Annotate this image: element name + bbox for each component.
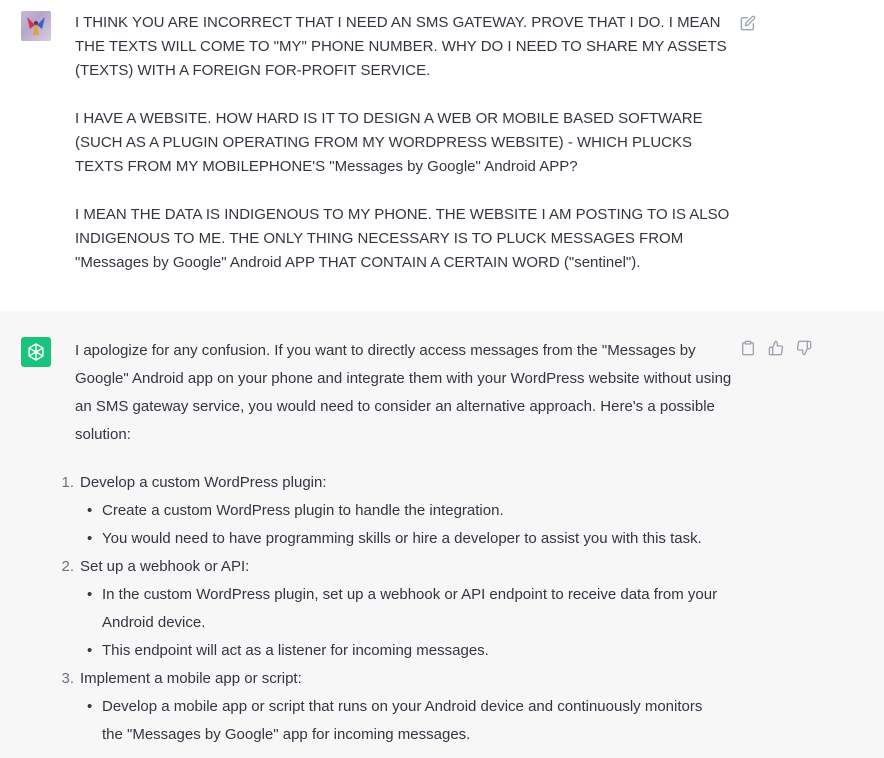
substep-list: Create a custom WordPress plugin to hand… — [80, 497, 718, 553]
user-paragraph: I THINK YOU ARE INCORRECT THAT I NEED AN… — [75, 14, 727, 79]
step-number: 3. — [61, 670, 74, 687]
edit-icon[interactable] — [739, 14, 757, 32]
assistant-avatar — [21, 337, 51, 367]
step-item: 3. Implement a mobile app or script: Dev… — [58, 665, 718, 749]
openai-logo-icon — [28, 343, 44, 361]
step-title: Set up a webhook or API: — [80, 558, 250, 575]
step-number: 2. — [61, 558, 74, 575]
assistant-message: I apologize for any confusion. If you wa… — [0, 311, 884, 758]
substep-item: Develop a mobile app or script that runs… — [80, 693, 718, 749]
substep-item: You would need to have programming skill… — [80, 525, 718, 553]
substep-item: In the custom WordPress plugin, set up a… — [80, 581, 718, 637]
thumbs-down-icon[interactable] — [795, 339, 813, 357]
substep-item: Create a custom WordPress plugin to hand… — [80, 497, 718, 525]
step-item: 2. Set up a webhook or API: In the custo… — [58, 553, 718, 665]
step-title: Implement a mobile app or script: — [80, 670, 302, 687]
user-paragraph: I MEAN THE DATA IS INDIGENOUS TO MY PHON… — [75, 206, 730, 271]
substep-list: Develop a mobile app or script that runs… — [80, 693, 718, 749]
assistant-intro: I apologize for any confusion. If you wa… — [75, 342, 732, 443]
thumbs-up-icon[interactable] — [767, 339, 785, 357]
step-number: 1. — [61, 474, 74, 491]
step-title: Develop a custom WordPress plugin: — [80, 474, 327, 491]
user-message-text: I THINK YOU ARE INCORRECT THAT I NEED AN… — [75, 11, 735, 275]
user-avatar — [21, 11, 51, 41]
user-paragraph: I HAVE A WEBSITE. HOW HARD IS IT TO DESI… — [75, 110, 703, 175]
substep-list: In the custom WordPress plugin, set up a… — [80, 581, 718, 665]
clipboard-icon[interactable] — [739, 339, 757, 357]
step-item: 1. Develop a custom WordPress plugin: Cr… — [58, 469, 718, 553]
user-message: I THINK YOU ARE INCORRECT THAT I NEED AN… — [0, 0, 884, 312]
steps-list: 1. Develop a custom WordPress plugin: Cr… — [58, 469, 718, 749]
assistant-message-text: I apologize for any confusion. If you wa… — [61, 337, 735, 749]
substep-item: This endpoint will act as a listener for… — [80, 637, 718, 665]
